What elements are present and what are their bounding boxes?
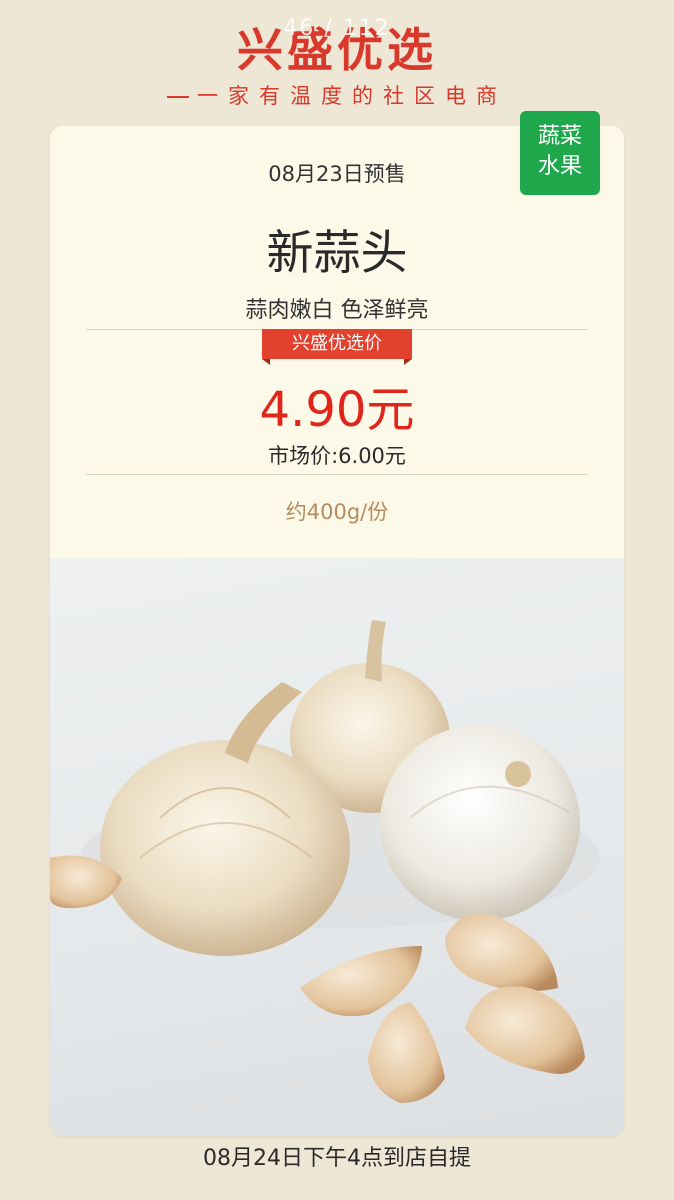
product-photo[interactable]	[50, 558, 624, 1136]
product-description: 蒜肉嫩白 色泽鲜亮	[245, 298, 429, 323]
brand-slogan: 一家有温度的社区电商	[0, 82, 674, 110]
badge-fold-right	[404, 359, 412, 365]
slogan-text: 一家有温度的社区电商	[197, 84, 507, 108]
page-counter: 46 / 112	[283, 16, 391, 41]
badge-fold-left	[262, 359, 270, 365]
product-name: 新蒜头	[266, 226, 408, 281]
pickup-info: 08月24日下午4点到店自提	[203, 1146, 471, 1171]
category-tag-line2: 水果	[537, 154, 582, 179]
slogan-dash	[167, 96, 189, 98]
category-tag: 蔬菜 水果	[520, 111, 600, 195]
market-price: 市场价:6.00元	[268, 444, 406, 468]
price-badge: 兴盛优选价	[262, 329, 412, 359]
unit-weight: 约400g/份	[285, 500, 389, 524]
product-card[interactable]: 08月23日预售 新蒜头 蒜肉嫩白 色泽鲜亮 兴盛优选价 4.90元 市场价:6…	[50, 126, 624, 1136]
divider-bottom	[86, 474, 588, 475]
sale-price: 4.90元	[259, 382, 415, 438]
category-tag-line1: 蔬菜	[537, 124, 582, 149]
garlic-illustration	[50, 620, 600, 1103]
